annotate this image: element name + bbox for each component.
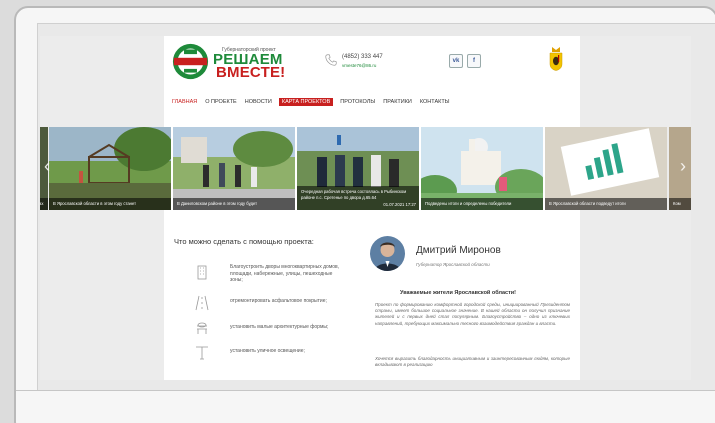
governor-paragraph-1: Проект по формированию комфортной городс… [375, 302, 570, 326]
feature-text-4: установить уличное освещение; [230, 348, 305, 354]
nav-home[interactable]: ГЛАВНАЯ [171, 98, 198, 106]
slide-4[interactable]: Подведены итоги и определены победители [421, 127, 543, 210]
site-title[interactable]: РЕШАЕМ ВМЕСТЕ! [213, 52, 286, 81]
governor-role: Губернатор Ярославской области [416, 262, 490, 267]
nav-contacts[interactable]: КОНТАКТЫ [419, 98, 451, 106]
site-title-line2: ВМЕСТЕ! [216, 64, 286, 81]
feature-text-2: отремонтировать асфальтовое покрытие; [230, 298, 327, 304]
slide-date: 01.07.2021 17:27 [383, 202, 416, 207]
main-nav: ГЛАВНАЯ О ПРОЕКТЕ НОВОСТИ КАРТА ПРОЕКТОВ… [171, 98, 451, 106]
slide-1[interactable]: В Ярославской области в этом году станет [49, 127, 171, 210]
governor-paragraph-2: Хочется выразить благодарность инициатив… [375, 356, 570, 368]
vk-icon[interactable]: vk [449, 54, 463, 68]
feature-text-3: установить малые архитектурные формы; [230, 324, 329, 330]
website-screen: Губернаторский проект РЕШАЕМ ВМЕСТЕ! (48… [40, 36, 691, 380]
governor-avatar [370, 236, 405, 271]
phone-icon [325, 54, 337, 66]
phone-number[interactable]: (4852) 333 447 [342, 54, 383, 60]
slide-caption: Ком [669, 198, 691, 210]
logo-icon[interactable] [172, 43, 209, 80]
slide-caption: В Ярославской области в этом году станет [49, 198, 171, 210]
slide-caption: В Даниловском районе в этом году будет [173, 198, 295, 210]
email-link[interactable]: vmeste76@86.ru [342, 63, 376, 68]
slide-caption: В Ярославской области подведут итоги [545, 198, 667, 210]
bench-icon [197, 322, 207, 334]
nav-about[interactable]: О ПРОЕКТЕ [204, 98, 238, 106]
feature-text-1: Благоустроить дворы многоквартирных домо… [230, 264, 340, 283]
slide-caption: Подведены итоги и определены победители [421, 198, 543, 210]
building-icon [197, 265, 207, 280]
slide-5[interactable]: В Ярославской области подведут итоги [545, 127, 667, 210]
features-heading: Что можно сделать с помощью проекта: [174, 237, 314, 246]
governor-name: Дмитрий Миронов [416, 245, 501, 256]
slider-next-icon[interactable]: › [678, 153, 688, 179]
nav-practices[interactable]: ПРАКТИКИ [382, 98, 413, 106]
slider-prev-icon[interactable]: ‹ [42, 153, 52, 179]
greeting-heading: Уважаемые жители Ярославской области! [400, 290, 516, 296]
road-icon [195, 295, 209, 311]
nav-project-map[interactable]: КАРТА ПРОЕКТОВ [278, 98, 334, 106]
nav-protocols[interactable]: ПРОТОКОЛЫ [339, 98, 376, 106]
facebook-icon[interactable]: f [467, 54, 481, 68]
coat-of-arms-icon [549, 47, 563, 71]
slide-2[interactable]: В Даниловском районе в этом году будет [173, 127, 295, 210]
slide-3[interactable]: Очередная рабочая встреча состоялась в Р… [297, 127, 419, 210]
frame-divider [16, 390, 715, 391]
street-lamp-icon [196, 346, 208, 360]
nav-news[interactable]: НОВОСТИ [244, 98, 273, 106]
news-slider: ах В Ярославской области в этом году ста… [40, 127, 691, 210]
slide-caption: ах [40, 198, 48, 210]
